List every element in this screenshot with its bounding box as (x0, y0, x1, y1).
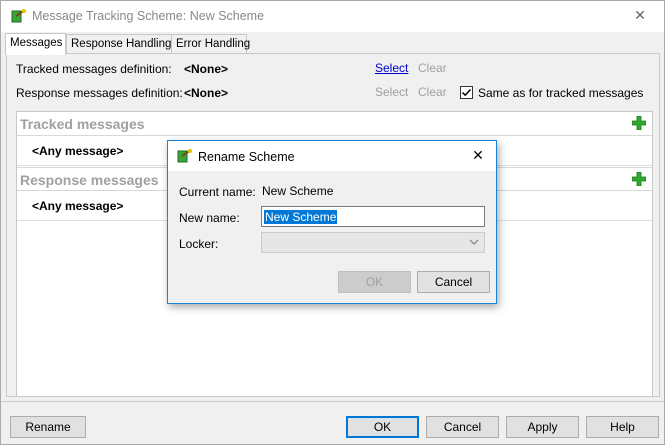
locker-select[interactable] (261, 232, 485, 253)
close-icon[interactable]: ✕ (630, 7, 650, 24)
cancel-button[interactable]: Cancel (426, 416, 499, 438)
tracked-definition-value: <None> (184, 62, 229, 76)
tracked-clear-link: Clear (418, 61, 447, 75)
response-definition-value: <None> (184, 86, 229, 100)
response-any-message: <Any message> (32, 199, 124, 213)
add-response-plus-icon[interactable] (632, 172, 646, 186)
help-button[interactable]: Help (586, 416, 659, 438)
new-name-selected-text: New Scheme (264, 210, 338, 224)
current-name-value: New Scheme (262, 184, 334, 198)
tracked-any-message: <Any message> (32, 144, 124, 158)
rename-button[interactable]: Rename (10, 416, 86, 438)
dialog-title-bar: Rename Scheme ✕ (168, 141, 496, 171)
divider (1, 401, 664, 402)
new-name-label: New name: (179, 211, 240, 225)
checkbox-box[interactable] (460, 86, 473, 99)
scheme-icon (11, 9, 26, 23)
close-icon[interactable]: ✕ (468, 147, 488, 164)
tracked-select-link[interactable]: Select (375, 61, 408, 75)
response-clear-link: Clear (418, 85, 447, 99)
tracked-messages-header: Tracked messages (17, 112, 652, 136)
response-messages-title: Response messages (20, 172, 159, 188)
new-name-input[interactable]: New Scheme (261, 206, 485, 227)
tab-response-handling[interactable]: Response Handling (66, 34, 173, 54)
tab-messages[interactable]: Messages (5, 33, 66, 55)
dialog-title: Rename Scheme (198, 150, 295, 164)
current-name-label: Current name: (179, 185, 256, 199)
apply-button[interactable]: Apply (506, 416, 579, 438)
same-as-tracked-label: Same as for tracked messages (478, 86, 644, 100)
chevron-down-icon (469, 239, 479, 245)
add-tracked-plus-icon[interactable] (632, 116, 646, 130)
locker-label: Locker: (179, 237, 219, 251)
title-bar: Message Tracking Scheme: New Scheme ✕ (1, 1, 664, 32)
response-definition-label: Response messages definition: (16, 86, 183, 100)
tracked-messages-title: Tracked messages (20, 116, 145, 132)
dialog-ok-button: OK (338, 271, 411, 293)
tracked-definition-label: Tracked messages definition: (16, 62, 172, 76)
dialog-cancel-button[interactable]: Cancel (417, 271, 490, 293)
rename-scheme-dialog: Rename Scheme ✕ Current name: New Scheme… (167, 140, 497, 304)
window-title: Message Tracking Scheme: New Scheme (32, 9, 265, 23)
response-select-link: Select (375, 85, 409, 99)
ok-button[interactable]: OK (346, 416, 419, 438)
tab-error-handling[interactable]: Error Handling (171, 34, 250, 54)
scheme-icon (177, 149, 192, 163)
checkmark-icon (461, 88, 472, 97)
